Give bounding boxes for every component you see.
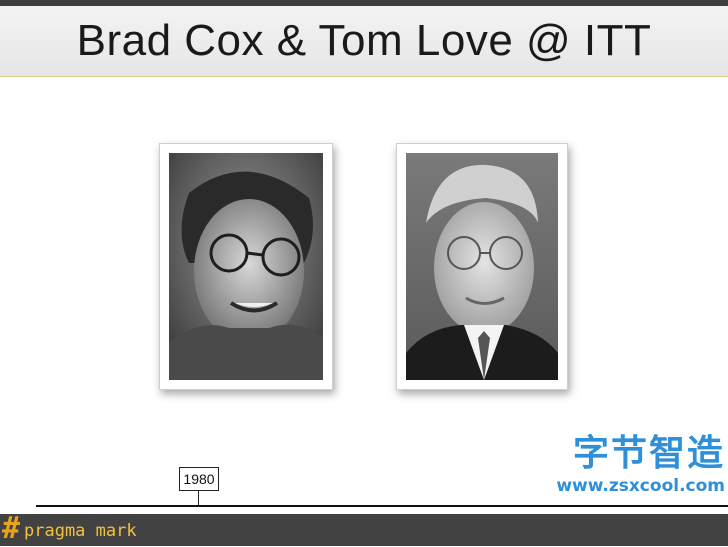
footer-bar: # pragma mark [0,511,728,546]
photo-tom-love [396,143,568,390]
portrait-image-love [406,153,558,380]
timeline-year-tick [198,491,199,506]
footer-hash-icon: # [2,511,21,546]
slide-title: Brad Cox & Tom Love @ ITT [76,16,652,65]
photo-brad-cox [159,143,333,390]
timeline-axis [36,505,728,507]
timeline-year-label: 1980 [179,467,219,491]
watermark-url: www.zsxcool.com [556,476,725,496]
watermark-chinese-text: 字节智造 [572,433,725,474]
footer-brand-text: pragma mark [24,521,137,541]
watermark-logo: 字节智造 www.zsxcool.com [555,434,725,500]
portrait-image-cox [169,153,323,380]
title-bar: Brad Cox & Tom Love @ ITT [0,6,728,77]
